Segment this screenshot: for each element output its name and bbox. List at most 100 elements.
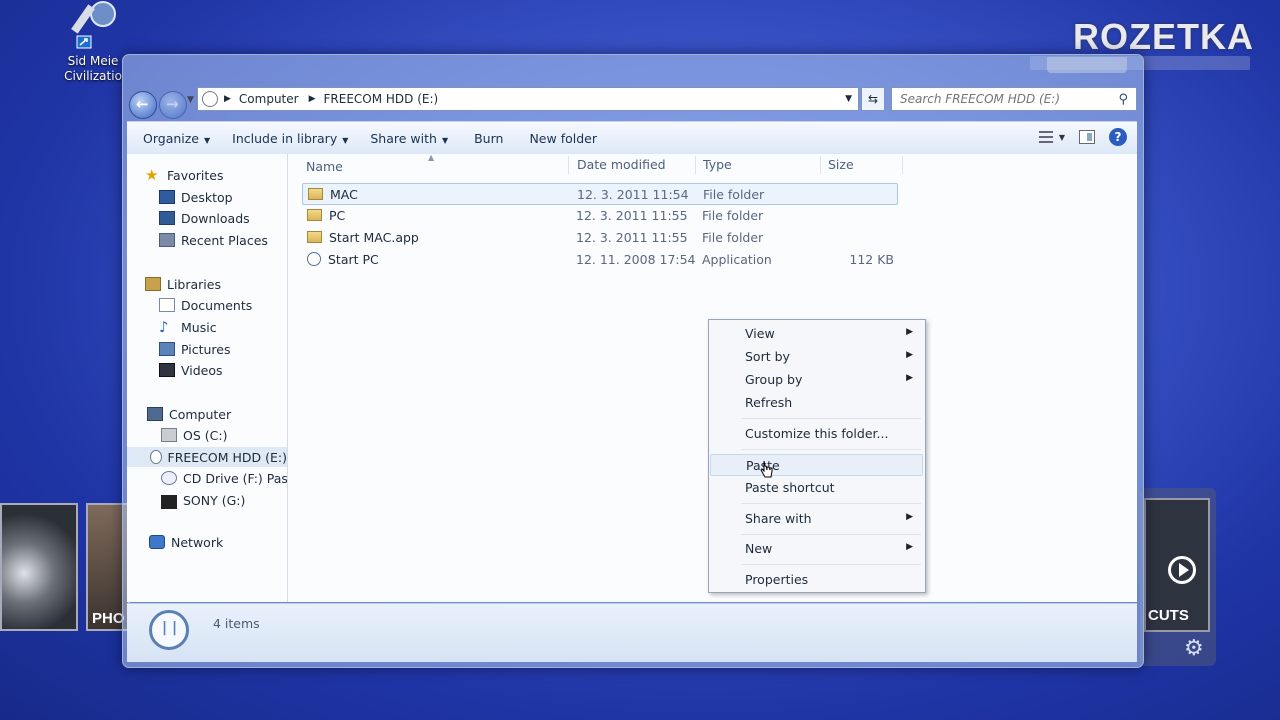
- sidebar-item-videos[interactable]: Videos: [159, 360, 223, 380]
- media-tile-shortcuts[interactable]: CUTS: [1144, 498, 1210, 632]
- column-divider[interactable]: [695, 156, 696, 174]
- file-row-mac[interactable]: MAC 12. 3. 2011 11:54 File folder: [302, 183, 898, 205]
- file-row-start-pc[interactable]: Start PC 12. 11. 2008 17:54 Application …: [302, 249, 898, 271]
- explorer-window: ▼ ▶ Computer ▶ FREECOM HDD (E:) ▼ ⇆ ⚲ Or…: [122, 54, 1144, 668]
- sidebar-libraries[interactable]: Libraries: [145, 274, 221, 294]
- sidebar-item-recent-places[interactable]: Recent Places: [159, 230, 268, 250]
- recent-places-icon: [159, 233, 175, 247]
- sidebar-item-downloads[interactable]: Downloads: [159, 208, 250, 228]
- file-row-start-mac-app[interactable]: Start MAC.app 12. 3. 2011 11:55 File fol…: [302, 227, 898, 249]
- menu-item-label: Paste shortcut: [745, 480, 835, 495]
- sidebar-libraries-label: Libraries: [167, 276, 221, 292]
- media-tile-label: PHO: [92, 610, 125, 627]
- toolbar-right-group: ▼ ?: [1038, 128, 1127, 146]
- sidebar-computer[interactable]: Computer: [147, 404, 231, 424]
- sidebar-item-music[interactable]: ♪ Music: [159, 317, 217, 337]
- menu-item-sort-by[interactable]: Sort by ▶: [710, 346, 923, 368]
- help-icon[interactable]: ?: [1109, 128, 1127, 146]
- menu-item-properties[interactable]: Properties: [710, 569, 923, 591]
- recent-pages-dropdown[interactable]: ▼: [187, 95, 194, 105]
- breadcrumb-separator-icon[interactable]: ▶: [224, 94, 231, 104]
- column-header-name[interactable]: Name: [306, 155, 343, 177]
- share-with-label: Share with: [370, 130, 437, 146]
- sidebar-item-label: Recent Places: [181, 232, 268, 248]
- sidebar-item-cd-drive[interactable]: CD Drive (F:) Passwc: [161, 468, 287, 488]
- media-tile-disc[interactable]: [0, 503, 78, 631]
- organize-button[interactable]: Organize ▼: [143, 131, 210, 146]
- sort-ascending-icon: ▲: [428, 153, 435, 162]
- address-dropdown-icon[interactable]: ▼: [845, 94, 852, 104]
- desktop-icon-label-line1: Sid Meie: [67, 54, 119, 68]
- file-date: 12. 3. 2011 11:54: [577, 187, 689, 202]
- sidebar-item-label: Music: [181, 319, 217, 335]
- library-icon: [145, 277, 161, 291]
- file-type: File folder: [703, 187, 765, 202]
- star-icon: ★: [145, 166, 159, 184]
- chevron-down-icon: ▼: [342, 135, 349, 145]
- menu-item-refresh[interactable]: Refresh: [710, 392, 923, 414]
- chevron-down-icon: ▼: [204, 135, 211, 145]
- menu-item-customize-folder[interactable]: Customize this folder...: [710, 423, 923, 445]
- desktop-icon-label-line2: Civilizatio: [64, 69, 122, 83]
- music-icon: ♪: [159, 318, 169, 336]
- menu-item-paste[interactable]: Paste: [710, 454, 923, 476]
- column-header-type[interactable]: Type: [703, 153, 732, 175]
- sidebar-item-label: Videos: [181, 362, 223, 378]
- column-divider[interactable]: [902, 156, 903, 174]
- include-in-library-label: Include in library: [232, 130, 338, 146]
- sidebar-favorites[interactable]: ★ Favorites: [145, 165, 223, 185]
- usb-drive-icon: [161, 495, 177, 509]
- sidebar-computer-label: Computer: [169, 406, 232, 422]
- sidebar-item-freecom-hdd[interactable]: FREECOM HDD (E:): [127, 447, 287, 467]
- refresh-button[interactable]: ⇆: [861, 87, 885, 111]
- breadcrumb-separator-icon[interactable]: ▶: [309, 94, 316, 104]
- sidebar-item-label: FREECOM HDD (E:): [167, 449, 287, 465]
- change-view-icon[interactable]: [1038, 131, 1053, 143]
- back-button[interactable]: [129, 91, 157, 119]
- file-date: 12. 3. 2011 11:55: [576, 208, 688, 223]
- forward-button[interactable]: [159, 91, 187, 119]
- desktop-icon-civilization[interactable]: Sid Meie Civilizatio: [58, 0, 128, 84]
- sidebar-item-desktop[interactable]: Desktop: [159, 187, 233, 207]
- sidebar-network[interactable]: Network: [149, 532, 223, 552]
- sidebar-item-documents[interactable]: Documents: [159, 295, 252, 315]
- menu-item-label: Sort by: [745, 349, 790, 364]
- window-controls[interactable]: [1047, 57, 1127, 73]
- menu-item-new[interactable]: New ▶: [710, 538, 923, 560]
- sidebar-item-os-c[interactable]: OS (C:): [161, 425, 227, 445]
- column-header-date-modified[interactable]: Date modified: [577, 153, 666, 175]
- menu-separator: [741, 503, 921, 504]
- address-bar[interactable]: ▶ Computer ▶ FREECOM HDD (E:) ▼: [197, 87, 859, 111]
- play-icon[interactable]: [1168, 556, 1196, 584]
- include-in-library-button[interactable]: Include in library ▼: [232, 131, 348, 146]
- computer-icon: [147, 407, 163, 421]
- share-with-button[interactable]: Share with ▼: [370, 131, 448, 146]
- file-row-pc[interactable]: PC 12. 3. 2011 11:55 File folder: [302, 205, 898, 227]
- column-header-size[interactable]: Size: [828, 153, 854, 175]
- menu-item-share-with[interactable]: Share with ▶: [710, 508, 923, 530]
- column-divider[interactable]: [568, 156, 569, 174]
- search-icon[interactable]: ⚲: [1118, 92, 1128, 107]
- new-folder-button[interactable]: New folder: [529, 131, 597, 146]
- sidebar-item-pictures[interactable]: Pictures: [159, 339, 231, 359]
- folder-icon: [308, 188, 323, 200]
- menu-item-view[interactable]: View ▶: [710, 323, 923, 345]
- sidebar-item-sony[interactable]: SONY (G:): [161, 490, 245, 510]
- chevron-down-icon[interactable]: ▼: [1059, 133, 1065, 142]
- cd-drive-icon: [161, 471, 177, 485]
- menu-item-label: Group by: [745, 372, 803, 387]
- breadcrumb-freecom[interactable]: FREECOM HDD (E:): [324, 92, 439, 106]
- burn-button[interactable]: Burn: [474, 131, 503, 146]
- drive-icon: [202, 91, 218, 107]
- menu-item-group-by[interactable]: Group by ▶: [710, 369, 923, 391]
- search-box[interactable]: ⚲: [891, 87, 1137, 111]
- column-divider[interactable]: [820, 156, 821, 174]
- breadcrumb-computer[interactable]: Computer: [239, 92, 299, 106]
- gear-icon[interactable]: ⚙: [1184, 636, 1204, 661]
- menu-item-paste-shortcut[interactable]: Paste shortcut: [710, 477, 923, 499]
- documents-icon: [159, 298, 175, 312]
- preview-pane-icon[interactable]: [1079, 130, 1095, 144]
- search-input[interactable]: [892, 91, 1119, 107]
- sidebar-network-label: Network: [171, 534, 224, 550]
- media-right-panel: CUTS: [1140, 488, 1216, 666]
